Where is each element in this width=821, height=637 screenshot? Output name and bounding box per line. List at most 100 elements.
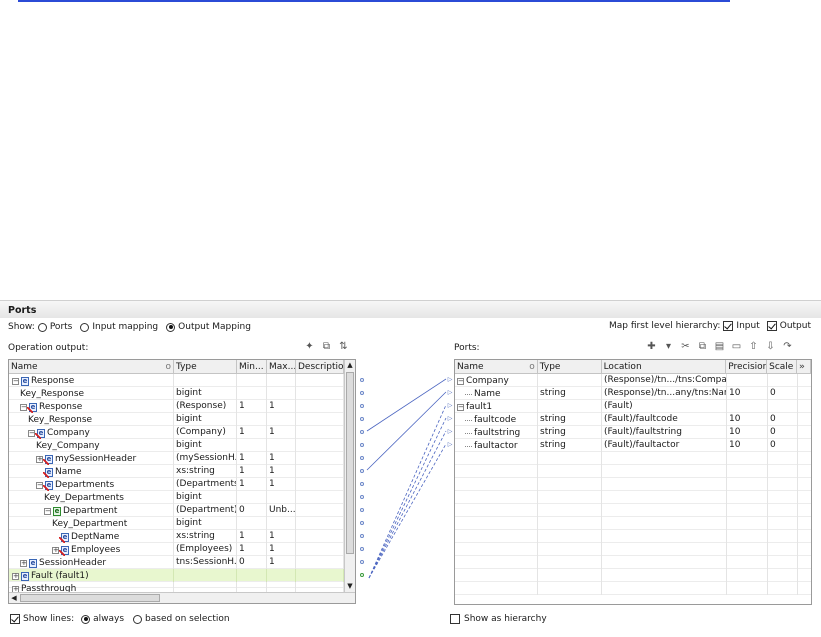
map-output-checkbox[interactable] bbox=[766, 321, 777, 331]
output-port[interactable] bbox=[357, 568, 367, 581]
operation-output-grid[interactable]: Nameo Type Min... Max... Description −eR… bbox=[8, 359, 356, 604]
rcol-location-header[interactable]: Location bbox=[602, 360, 727, 373]
input-port-arrow[interactable]: ▷ bbox=[446, 425, 454, 438]
input-port-arrow[interactable]: ▷ bbox=[446, 386, 454, 399]
col-menu-icon[interactable]: o bbox=[165, 362, 171, 372]
show-input-mapping-option[interactable]: Input mapping bbox=[80, 322, 158, 332]
show-output-mapping-option[interactable]: Output Mapping bbox=[166, 322, 251, 332]
output-port[interactable] bbox=[357, 503, 367, 516]
collapse-icon[interactable]: − bbox=[28, 429, 35, 437]
scroll-up-icon[interactable]: ▲ bbox=[345, 360, 355, 371]
table-row[interactable]: − e Response (Response) 1 1 bbox=[9, 400, 355, 413]
dropdown-icon[interactable]: ▾ bbox=[662, 340, 675, 353]
table-row[interactable]: − e Department (Department) 0 Unb... bbox=[9, 504, 355, 517]
more-columns-icon[interactable]: » bbox=[797, 360, 811, 373]
collapse-icon[interactable]: − bbox=[457, 403, 464, 411]
move-down-icon[interactable]: ⇩ bbox=[764, 340, 777, 353]
table-row[interactable]: − e Departments (Departments) 1 1 bbox=[9, 478, 355, 491]
table-row[interactable]: + e mySessionHeader (mySessionH... 1 1 bbox=[9, 452, 355, 465]
output-port[interactable] bbox=[357, 386, 367, 399]
cut-icon[interactable]: ✂ bbox=[679, 340, 692, 353]
left-vscroll-thumb[interactable] bbox=[346, 372, 354, 554]
show-ports-radio[interactable] bbox=[37, 322, 47, 332]
more-icon[interactable]: ↷ bbox=[781, 340, 794, 353]
new-icon[interactable]: ✚ bbox=[645, 340, 658, 353]
move-up-icon[interactable]: ⇧ bbox=[747, 340, 760, 353]
output-port[interactable] bbox=[357, 542, 367, 555]
output-port[interactable] bbox=[357, 516, 367, 529]
input-port-arrow[interactable]: ▷ bbox=[446, 438, 454, 451]
expand-icon[interactable]: + bbox=[36, 455, 43, 463]
rcol-menu-icon[interactable]: o bbox=[529, 362, 535, 372]
output-port[interactable] bbox=[357, 490, 367, 503]
expand-icon[interactable]: + bbox=[20, 559, 27, 567]
table-row[interactable]: + e SessionHeader tns:SessionH... 0 1 bbox=[9, 556, 355, 569]
table-row[interactable]: faultcode string (Fault)/faultcode 10 0 bbox=[455, 413, 811, 426]
copy-icon[interactable]: ⧉ bbox=[320, 340, 333, 353]
output-port[interactable] bbox=[357, 555, 367, 568]
collapse-icon[interactable]: − bbox=[457, 377, 464, 385]
table-row[interactable]: Key_Departments bigint bbox=[9, 491, 355, 504]
show-input-mapping-radio[interactable] bbox=[80, 322, 90, 332]
table-row[interactable]: − Company (Response)/tn.../tns:Company bbox=[455, 374, 811, 387]
left-hscroll-thumb[interactable] bbox=[20, 594, 160, 602]
col-min-header[interactable]: Min... bbox=[237, 360, 267, 373]
table-row[interactable]: Key_Company bigint bbox=[9, 439, 355, 452]
output-port[interactable] bbox=[357, 477, 367, 490]
col-name-header[interactable]: Name o bbox=[9, 360, 174, 373]
table-row[interactable]: + Passthrough bbox=[9, 582, 355, 595]
input-port-arrow[interactable]: ▷ bbox=[446, 399, 454, 412]
show-lines-checkbox[interactable] bbox=[10, 614, 20, 624]
output-port[interactable] bbox=[357, 373, 367, 386]
output-port[interactable] bbox=[357, 399, 367, 412]
output-port[interactable] bbox=[357, 412, 367, 425]
paste-icon[interactable]: ▤ bbox=[713, 340, 726, 353]
col-description-header[interactable]: Description bbox=[296, 360, 344, 373]
left-vertical-scrollbar[interactable]: ▲ ▼ bbox=[344, 360, 355, 603]
rcol-scale-header[interactable]: Scale bbox=[767, 360, 798, 373]
collapse-icon[interactable]: − bbox=[44, 507, 51, 515]
collapse-icon[interactable]: − bbox=[12, 377, 19, 385]
col-type-header[interactable]: Type bbox=[174, 360, 237, 373]
output-port[interactable] bbox=[357, 464, 367, 477]
input-port-arrow[interactable]: ▷ bbox=[446, 412, 454, 425]
table-row[interactable]: − e Company (Company) 1 1 bbox=[9, 426, 355, 439]
sort-icon[interactable]: ⇅ bbox=[337, 340, 350, 353]
scroll-down-icon[interactable]: ▼ bbox=[345, 581, 355, 592]
show-ports-option[interactable]: Ports bbox=[37, 322, 72, 332]
collapse-icon[interactable]: − bbox=[20, 403, 27, 411]
table-row[interactable]: + e Employees (Employees) 1 1 bbox=[9, 543, 355, 556]
output-port[interactable] bbox=[357, 451, 367, 464]
input-port-arrow[interactable]: ▷ bbox=[446, 373, 454, 386]
table-row[interactable]: Key_Department bigint bbox=[9, 517, 355, 530]
delete-icon[interactable]: ▭ bbox=[730, 340, 743, 353]
col-max-header[interactable]: Max... bbox=[267, 360, 296, 373]
table-row[interactable]: faultstring string (Fault)/faultstring 10 0 bbox=[455, 426, 811, 439]
scroll-left-icon[interactable]: ◀ bbox=[9, 593, 19, 603]
map-input-checkbox[interactable] bbox=[723, 321, 734, 331]
add-port-icon[interactable]: ✦ bbox=[303, 340, 316, 353]
ports-grid[interactable]: Name o Type Location Precision Scale » − C… bbox=[454, 359, 812, 605]
rcol-name-header[interactable]: Name o bbox=[455, 360, 538, 373]
table-row[interactable]: Key_Response bigint bbox=[9, 387, 355, 400]
table-row[interactable]: e Name xs:string 1 1 bbox=[9, 465, 355, 478]
output-port[interactable] bbox=[357, 425, 367, 438]
always-radio[interactable] bbox=[81, 614, 91, 624]
output-port[interactable] bbox=[357, 529, 367, 542]
output-port[interactable] bbox=[357, 438, 367, 451]
table-row[interactable]: Name string (Response)/tn...any/tns:Name 10… bbox=[455, 387, 811, 400]
show-hierarchy-checkbox[interactable] bbox=[450, 614, 460, 624]
rcol-type-header[interactable]: Type bbox=[538, 360, 602, 373]
based-on-selection-radio[interactable] bbox=[133, 614, 143, 624]
table-row[interactable]: faultactor string (Fault)/faultactor 10 0 bbox=[455, 439, 811, 452]
table-row[interactable]: − fault1 (Fault) bbox=[455, 400, 811, 413]
table-row[interactable]: + e Fault (fault1) bbox=[9, 569, 355, 582]
left-horizontal-scrollbar[interactable]: ◀ bbox=[9, 592, 355, 603]
expand-icon[interactable]: + bbox=[52, 546, 59, 554]
table-row[interactable]: e DeptName xs:string 1 1 bbox=[9, 530, 355, 543]
expand-icon[interactable]: + bbox=[12, 572, 19, 580]
collapse-icon[interactable]: − bbox=[36, 481, 43, 489]
table-row[interactable]: − e Response bbox=[9, 374, 355, 387]
show-output-mapping-radio[interactable] bbox=[166, 322, 176, 332]
table-row[interactable]: Key_Response bigint bbox=[9, 413, 355, 426]
